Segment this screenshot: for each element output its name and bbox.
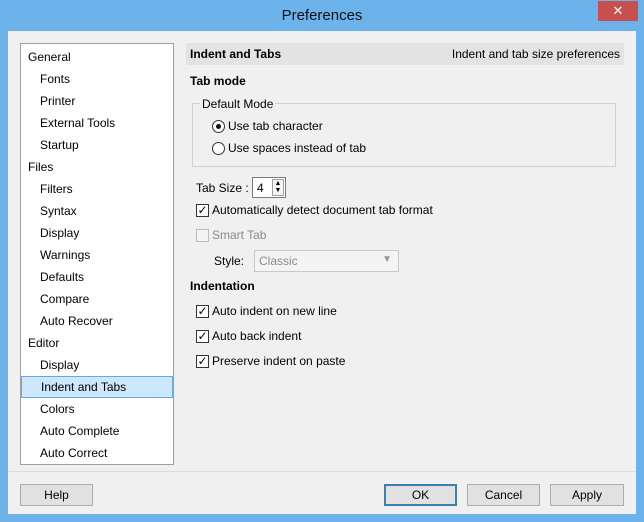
sidebar-item-syntax[interactable]: Syntax (21, 200, 173, 222)
sidebar-item-startup[interactable]: Startup (21, 134, 173, 156)
sidebar-item-filters[interactable]: Filters (21, 178, 173, 200)
sidebar-item-auto-correct[interactable]: Auto Correct (21, 442, 173, 464)
close-button[interactable]: ✕ (598, 1, 638, 21)
section-title: Indent and Tabs (190, 47, 282, 61)
apply-button[interactable]: Apply (550, 484, 624, 506)
sidebar-item-printer[interactable]: Printer (21, 90, 173, 112)
default-mode-group (192, 103, 616, 167)
help-button[interactable]: Help (20, 484, 93, 506)
style-label: Style: (214, 254, 245, 268)
sidebar-item-display[interactable]: Display (21, 354, 173, 376)
dialog-body: General Fonts Printer External Tools Startup… (8, 31, 636, 514)
chevron-down-icon: ▼ (382, 254, 392, 265)
footer-divider (8, 471, 636, 472)
tab-size-label: Tab Size : (196, 181, 249, 195)
use-spaces-label[interactable]: Use spaces instead of tab (228, 141, 366, 155)
cancel-button[interactable]: Cancel (467, 484, 540, 506)
smart-tab-label[interactable]: Smart Tab (212, 228, 266, 242)
settings-panel: Indent and Tabs Indent and tab size pref… (186, 41, 626, 471)
tab-mode-heading: Tab mode (190, 74, 246, 88)
sidebar-item-auto-complete[interactable]: Auto Complete (21, 420, 173, 442)
sidebar-item-editor[interactable]: Editor (21, 332, 173, 354)
sidebar-item-fonts[interactable]: Fonts (21, 68, 173, 90)
spin-down-icon[interactable]: ▼ (273, 187, 283, 194)
preserve-indent-checkbox[interactable]: ✓ (196, 355, 209, 368)
title-bar[interactable]: Preferences ✕ (0, 0, 644, 32)
category-tree[interactable]: General Fonts Printer External Tools Startup… (20, 43, 174, 465)
auto-back-indent-checkbox[interactable]: ✓ (196, 330, 209, 343)
use-spaces-radio[interactable] (212, 142, 225, 155)
sidebar-item-auto-recover[interactable]: Auto Recover (21, 310, 173, 332)
sidebar-item-colors[interactable]: Colors (21, 398, 173, 420)
spin-up-icon[interactable]: ▲ (273, 180, 283, 187)
window-title: Preferences (281, 7, 363, 24)
sidebar-item-compare[interactable]: Compare (21, 288, 173, 310)
style-value: Classic (259, 254, 298, 268)
preserve-indent-label[interactable]: Preserve indent on paste (212, 354, 345, 368)
tab-size-value[interactable]: 4 (257, 181, 264, 195)
default-mode-label: Default Mode (200, 97, 276, 111)
auto-indent-label[interactable]: Auto indent on new line (212, 304, 337, 318)
use-tab-label[interactable]: Use tab character (228, 119, 323, 133)
sidebar-item-general[interactable]: General (21, 46, 173, 68)
indentation-heading: Indentation (190, 279, 255, 293)
auto-detect-checkbox[interactable]: ✓ (196, 204, 209, 217)
style-dropdown[interactable]: Classic ▼ (254, 250, 399, 272)
auto-back-indent-label[interactable]: Auto back indent (212, 329, 301, 343)
smart-tab-checkbox[interactable] (196, 229, 209, 242)
sidebar-item-defaults[interactable]: Defaults (21, 266, 173, 288)
sidebar-item-display[interactable]: Display (21, 222, 173, 244)
sidebar-item-files[interactable]: Files (21, 156, 173, 178)
sidebar-item-indent-and-tabs[interactable]: Indent and Tabs (21, 376, 173, 398)
sidebar-item-external-tools[interactable]: External Tools (21, 112, 173, 134)
auto-detect-label[interactable]: Automatically detect document tab format (212, 203, 433, 217)
section-header: Indent and Tabs Indent and tab size pref… (186, 43, 624, 65)
auto-indent-checkbox[interactable]: ✓ (196, 305, 209, 318)
ok-button[interactable]: OK (384, 484, 457, 506)
spin-buttons[interactable]: ▲ ▼ (272, 179, 284, 196)
sidebar-item-warnings[interactable]: Warnings (21, 244, 173, 266)
use-tab-radio[interactable] (212, 120, 225, 133)
section-subtitle: Indent and tab size preferences (451, 47, 620, 61)
preferences-window: Preferences ✕ General Fonts Printer Externa… (0, 0, 644, 522)
tab-size-spinner[interactable]: 4 ▲ ▼ (252, 177, 286, 198)
